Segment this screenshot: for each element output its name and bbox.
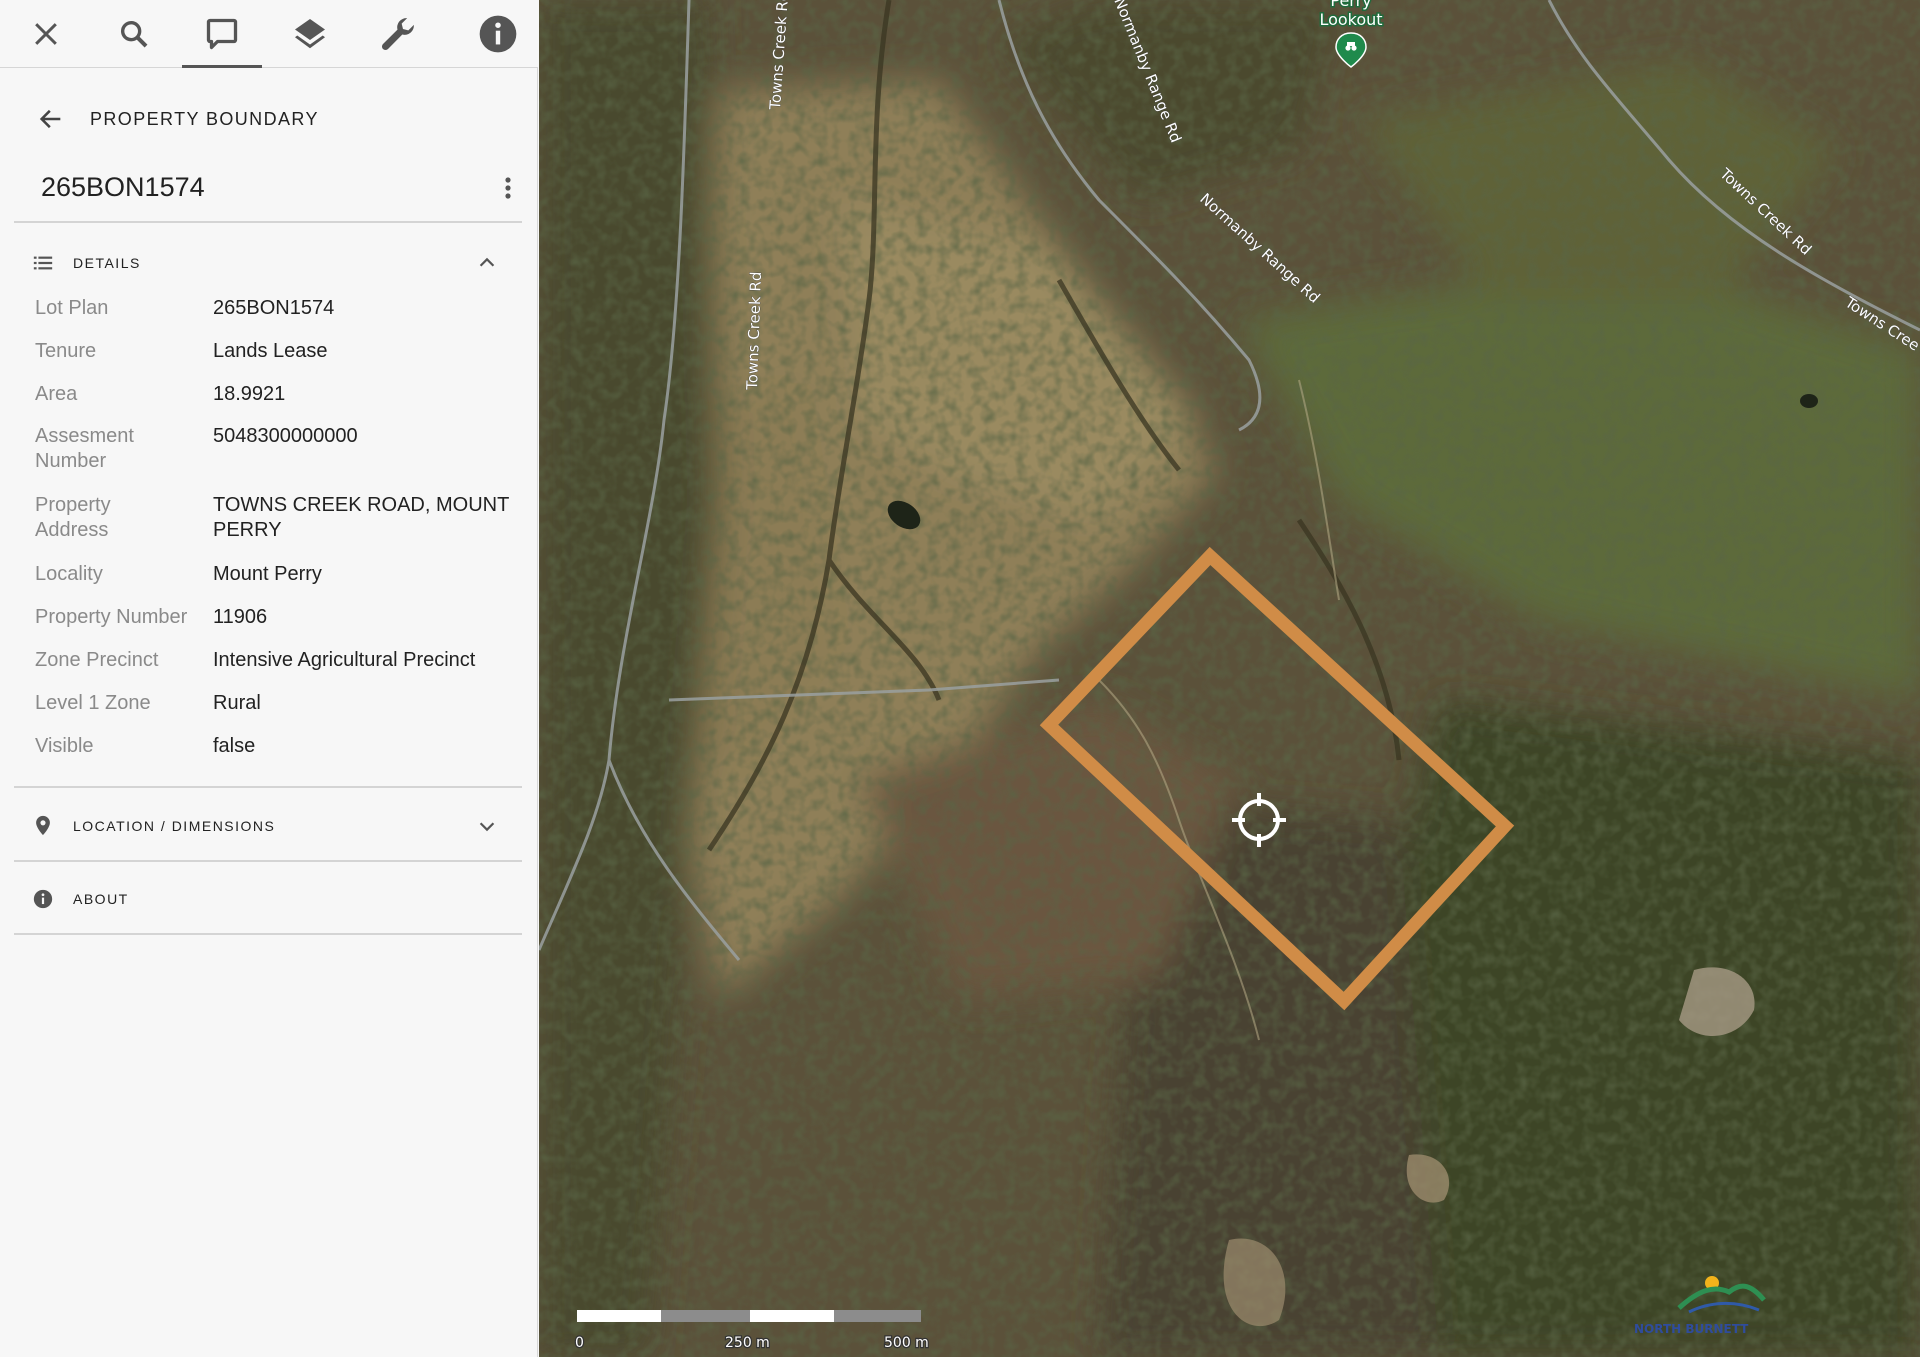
layers-button[interactable] (266, 0, 354, 68)
search-button[interactable] (90, 0, 178, 68)
detail-key: Tenure (35, 340, 97, 362)
lookout-label: Lookout (1319, 10, 1382, 29)
dam-feature (1800, 394, 1818, 408)
breadcrumb: PROPERTY BOUNDARY (36, 102, 319, 136)
close-button[interactable] (2, 0, 90, 68)
logo-text: NORTH BURNETT (1634, 1322, 1749, 1336)
detail-value: false (213, 735, 256, 757)
map-canvas[interactable]: Towns Creek Rd Towns Creek Rd Normanby R… (539, 0, 1920, 1357)
info-icon (479, 15, 517, 53)
title-row: 265BON1574 (41, 168, 521, 208)
detail-key: Property Number (35, 606, 188, 628)
detail-value: Intensive Agricultural Precinct (213, 649, 476, 671)
more-options-button[interactable] (495, 174, 521, 202)
detail-key: Property Address (35, 494, 111, 541)
scale-label: 500 m (884, 1335, 929, 1351)
comment-icon (206, 18, 238, 50)
detail-key: Level 1 Zone (35, 692, 151, 714)
detail-value: TOWNS CREEK ROAD, MOUNT PERRY (213, 494, 509, 541)
map-pin-icon (32, 815, 54, 837)
location-section-header[interactable]: LOCATION / DIMENSIONS (14, 796, 522, 856)
satellite-map[interactable]: Towns Creek Rd Towns Creek Rd Normanby R… (539, 0, 1920, 1357)
about-section-header[interactable]: ABOUT (14, 869, 522, 929)
scale-label: 250 m (725, 1335, 770, 1351)
divider (14, 860, 522, 862)
page-title: 265BON1574 (41, 172, 205, 202)
detail-key: Locality (35, 563, 103, 585)
layers-icon (295, 19, 325, 49)
arrow-left-icon (39, 109, 61, 129)
info-button[interactable] (454, 0, 542, 68)
toolbar (0, 0, 538, 68)
detail-value: 5048300000000 (213, 425, 358, 447)
wrench-icon (381, 18, 414, 51)
detail-value: 11906 (213, 606, 268, 628)
detail-value: Rural (213, 692, 261, 714)
comment-button[interactable] (178, 0, 266, 68)
detail-key: Assesment Number (35, 425, 134, 472)
detail-value: Mount Perry (213, 563, 322, 585)
detail-value: 265BON1574 (213, 297, 335, 319)
list-icon (32, 252, 54, 274)
detail-key: Lot Plan (35, 297, 109, 319)
search-icon (120, 20, 148, 48)
detail-key: Area (35, 383, 78, 405)
details-section-label: DETAILS (73, 255, 141, 271)
more-vertical-icon (505, 177, 511, 199)
detail-key: Zone Precinct (35, 649, 159, 671)
chevron-down-icon[interactable] (476, 815, 498, 837)
detail-value: Lands Lease (213, 340, 328, 362)
divider (14, 933, 522, 935)
back-button[interactable] (36, 104, 66, 134)
side-panel: PROPERTY BOUNDARY 265BON1574 DETAILS Lot… (0, 0, 538, 1357)
breadcrumb-label: PROPERTY BOUNDARY (90, 108, 319, 129)
chevron-up-icon[interactable] (476, 252, 498, 274)
tools-button[interactable] (354, 0, 442, 68)
info-circle-icon (32, 888, 54, 910)
detail-key: Visible (35, 735, 94, 757)
details-section-header[interactable]: DETAILS (14, 233, 522, 293)
close-icon (35, 23, 57, 45)
about-section-label: ABOUT (73, 891, 129, 907)
detail-value: 18.9921 (213, 383, 286, 405)
scale-label: 0 (575, 1335, 584, 1351)
location-section-label: LOCATION / DIMENSIONS (73, 818, 276, 834)
lookout-label: Perry (1330, 0, 1371, 10)
divider (14, 786, 522, 788)
divider (14, 221, 522, 223)
